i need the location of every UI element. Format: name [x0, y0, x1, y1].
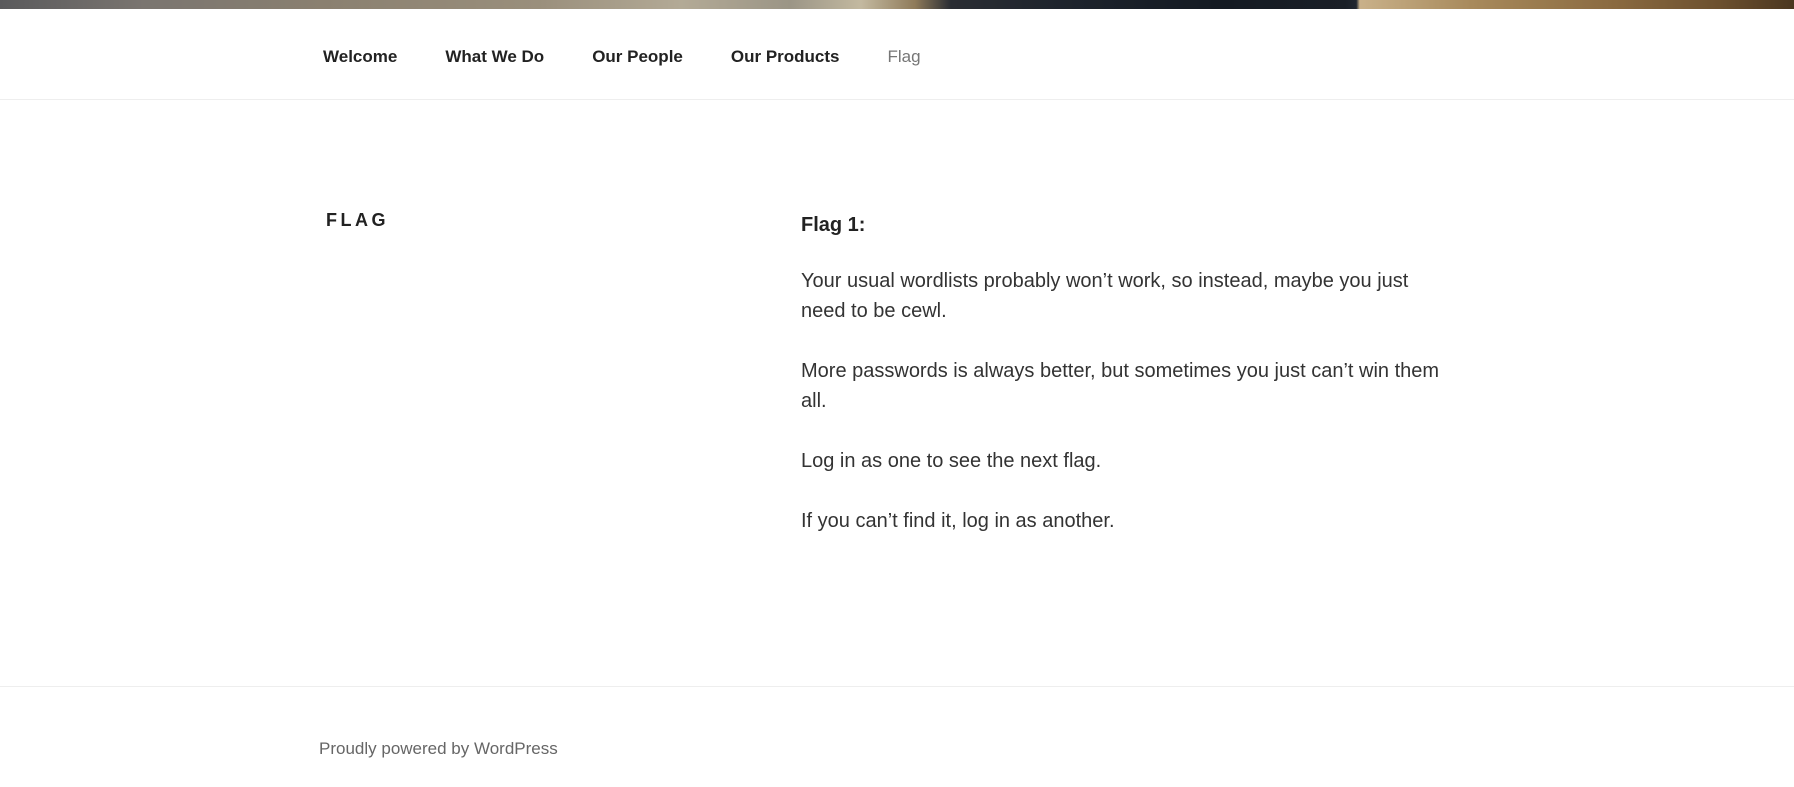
nav-item-flag[interactable]: Flag	[888, 47, 921, 67]
content-paragraph: If you can’t find it, log in as another.	[801, 510, 1115, 532]
nav-item-welcome[interactable]: Welcome	[323, 47, 397, 67]
nav-item-our-products[interactable]: Our Products	[731, 47, 840, 67]
nav-menu: Welcome What We Do Our People Our Produc…	[323, 47, 969, 67]
entry-content: Flag 1: Your usual wordlists probably wo…	[801, 208, 1451, 566]
content-paragraph: Log in as one to see the next flag.	[801, 450, 1102, 472]
page-title: Flag	[326, 210, 389, 230]
wordpress-credit-link[interactable]: Proudly powered by WordPress	[319, 739, 558, 759]
content-paragraph: Your usual wordlists probably won’t work…	[801, 270, 1409, 322]
nav-item-our-people[interactable]: Our People	[592, 47, 683, 67]
nav-item-what-we-do[interactable]: What We Do	[445, 47, 544, 67]
header-image	[0, 0, 1794, 9]
site-footer: Proudly powered by WordPress	[0, 686, 1794, 787]
flag-heading: Flag 1:	[801, 214, 866, 236]
content-paragraph: More passwords is always better, but som…	[801, 360, 1440, 412]
top-navigation: Welcome What We Do Our People Our Produc…	[0, 9, 1794, 100]
